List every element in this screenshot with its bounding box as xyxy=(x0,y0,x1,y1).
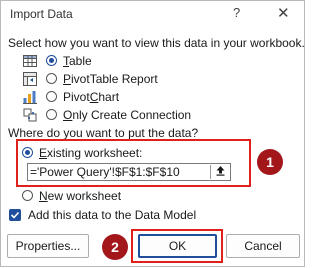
checkmark-icon xyxy=(10,211,20,219)
pivottable-icon xyxy=(22,71,38,87)
properties-button[interactable]: Properties... xyxy=(7,234,89,258)
cancel-button[interactable]: Cancel xyxy=(226,234,300,258)
option-connection-label: Only Create Connection xyxy=(63,107,192,122)
new-worksheet-label: New worksheet xyxy=(39,188,122,203)
radio-new-worksheet[interactable] xyxy=(22,190,33,201)
option-table-label: Table xyxy=(63,53,92,68)
close-button[interactable]: ✕ xyxy=(277,4,290,22)
step-badge-1: 1 xyxy=(257,149,283,175)
data-model-label: Add this data to the Data Model xyxy=(28,208,197,222)
option-new-worksheet[interactable]: New worksheet xyxy=(22,187,121,204)
table-icon xyxy=(22,53,38,69)
put-prompt: Where do you want to put the data? xyxy=(8,126,199,140)
range-input[interactable] xyxy=(30,165,208,179)
option-existing-worksheet[interactable]: Existing worksheet: xyxy=(22,144,142,161)
collapse-dialog-button[interactable] xyxy=(210,165,229,179)
option-pivottable[interactable]: PivotTable Report xyxy=(22,70,158,87)
option-table[interactable]: Table xyxy=(22,52,92,69)
option-pivotchart-label: PivotChart xyxy=(63,89,120,104)
import-data-dialog: Import Data ? ✕ Select how you want to v… xyxy=(0,0,305,267)
radio-existing-worksheet[interactable] xyxy=(22,147,33,158)
dialog-title: Import Data xyxy=(10,7,73,21)
ok-button[interactable]: OK xyxy=(138,234,217,258)
upload-arrow-icon xyxy=(215,165,226,179)
pivotchart-icon xyxy=(22,89,38,105)
existing-worksheet-label: Existing worksheet: xyxy=(39,145,143,160)
radio-connection[interactable] xyxy=(46,109,57,120)
radio-table[interactable] xyxy=(46,55,57,66)
radio-pivotchart[interactable] xyxy=(46,91,57,102)
range-field xyxy=(27,163,231,181)
help-button[interactable]: ? xyxy=(233,5,240,20)
connection-icon xyxy=(22,107,38,123)
option-pivottable-label: PivotTable Report xyxy=(63,71,158,86)
radio-pivottable[interactable] xyxy=(46,73,57,84)
data-model-checkbox[interactable] xyxy=(9,209,21,221)
option-pivotchart[interactable]: PivotChart xyxy=(22,88,119,105)
view-prompt: Select how you want to view this data in… xyxy=(8,36,305,50)
title-bar: Import Data ? ✕ xyxy=(1,1,304,31)
option-connection[interactable]: Only Create Connection xyxy=(22,106,191,123)
data-model-option[interactable]: Add this data to the Data Model xyxy=(9,208,196,222)
step-badge-2: 2 xyxy=(102,234,128,260)
